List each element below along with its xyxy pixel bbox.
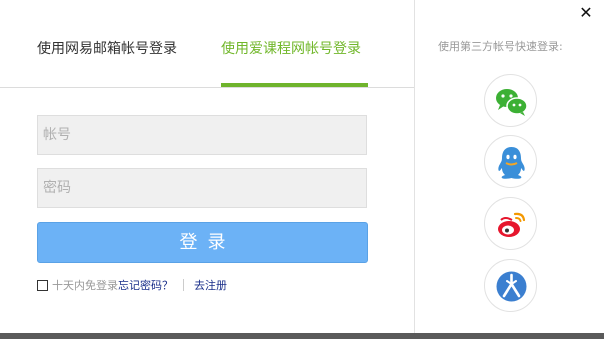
tab-netease-login[interactable]: 使用网易邮箱帐号登录: [37, 38, 177, 58]
wechat-icon: [496, 89, 528, 116]
remember-checkbox[interactable]: [37, 279, 48, 291]
weibo-icon: [498, 212, 526, 237]
link-separator: [183, 279, 184, 291]
register-link[interactable]: 去注册: [194, 277, 227, 293]
account-input[interactable]: [37, 115, 367, 155]
tab-icourse-login[interactable]: 使用爱课程网帐号登录: [221, 38, 361, 58]
third-party-title: 使用第三方帐号快速登录:: [438, 40, 563, 53]
login-dialog: 使用网易邮箱帐号登录 使用爱课程网帐号登录 登录 十天内免登录 忘记密码？ 去注…: [0, 0, 604, 333]
renren-login-button[interactable]: [484, 259, 537, 312]
remember-label: 十天内免登录: [52, 279, 118, 292]
close-button[interactable]: ✕: [578, 5, 594, 21]
tabs-divider: [0, 87, 415, 88]
password-input[interactable]: [37, 168, 367, 208]
forgot-password-link[interactable]: 忘记密码？: [118, 277, 173, 293]
weibo-login-button[interactable]: [484, 197, 537, 250]
panel-divider: [414, 0, 415, 333]
remember-row: 十天内免登录 忘记密码？ 去注册: [37, 277, 227, 293]
wechat-login-button[interactable]: [484, 74, 537, 127]
qq-icon: [498, 147, 525, 179]
renren-icon: [496, 271, 527, 302]
login-button[interactable]: 登录: [37, 222, 368, 263]
qq-login-button[interactable]: [484, 135, 537, 188]
